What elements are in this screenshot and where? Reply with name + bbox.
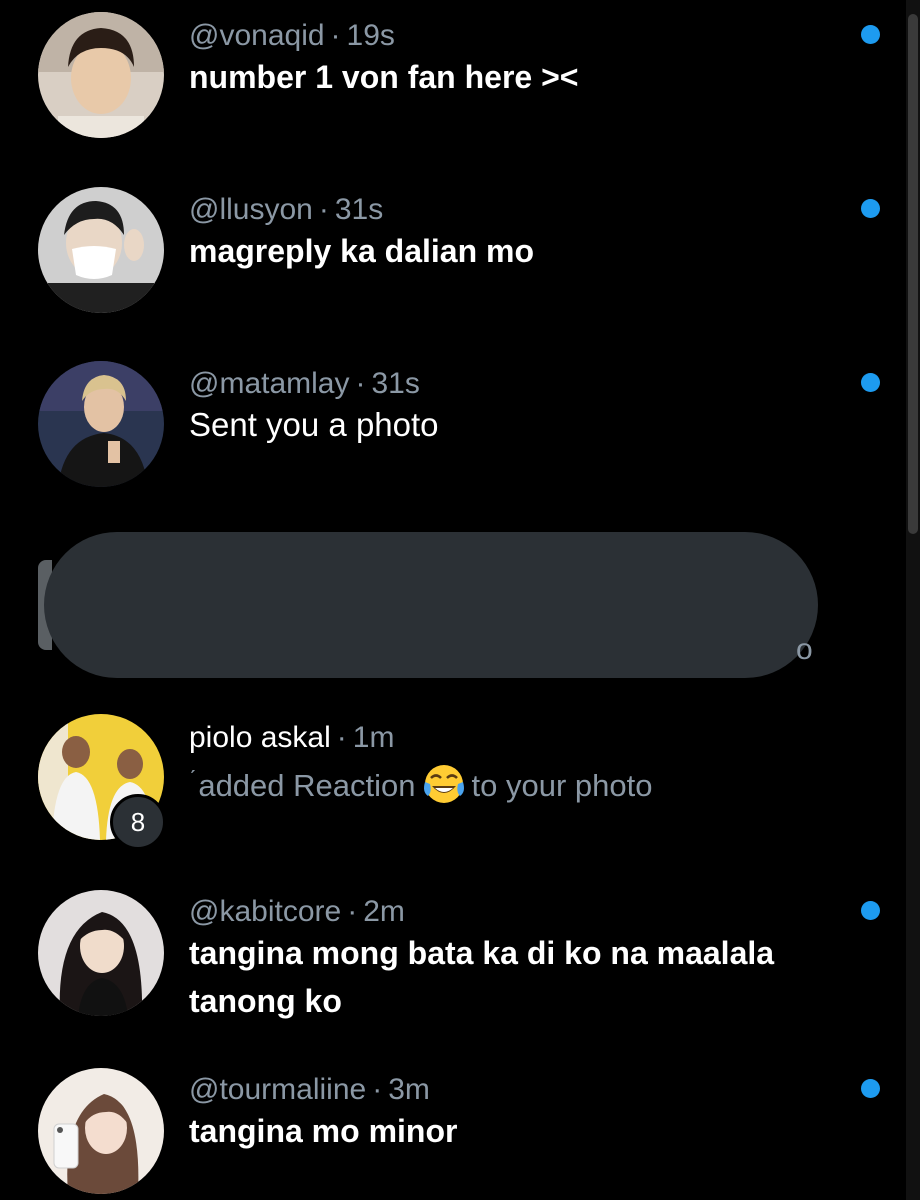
message-preview-line-1: tangina mong bata ka di ko na maalala (189, 935, 775, 971)
separator: · (318, 193, 329, 226)
timestamp: 31s (371, 367, 420, 400)
conversation-meta: @llusyon · 31s (189, 192, 383, 228)
conversation-meta: @tourmaliine · 3m (189, 1072, 430, 1108)
avatar[interactable] (38, 1068, 164, 1194)
timestamp: 31s (334, 193, 384, 226)
separator: · (372, 1073, 383, 1106)
list-item[interactable]: @vonaqid · 19s number 1 von fan here >< (0, 0, 920, 170)
partial-text: o (796, 633, 813, 666)
avatar-masked-person-icon (38, 187, 164, 313)
unread-indicator (861, 373, 880, 392)
conversation-meta: @kabitcore · 2m (189, 894, 405, 930)
reaction-target-text: to your photo (471, 768, 653, 803)
timestamp: 19s (346, 19, 395, 52)
message-preview: magreply ka dalian mo (189, 233, 535, 269)
count-badge: 8 (110, 794, 166, 850)
user-handle[interactable]: @matamlay (189, 367, 350, 400)
conversation-meta: @vonaqid · 19s (189, 18, 395, 54)
user-handle[interactable]: @kabitcore (189, 895, 341, 928)
conversation-meta: piolo askal · 1m (189, 720, 394, 756)
avatar-blond-man-icon (38, 361, 164, 487)
avatar[interactable] (38, 361, 164, 487)
message-preview: number 1 von fan here >< (189, 59, 579, 95)
list-item[interactable]: @tourmaliine · 3m tangina mo minor (0, 1060, 920, 1200)
reaction-text: added Reaction (198, 768, 416, 803)
user-handle[interactable]: @llusyon (189, 193, 313, 226)
avatar-selfie-woman-icon (38, 1068, 164, 1194)
avatar[interactable] (38, 890, 164, 1016)
avatar[interactable] (38, 12, 164, 138)
timestamp: 3m (388, 1073, 430, 1106)
conversation-meta: @matamlay · 31s (189, 366, 420, 402)
list-item[interactable]: 8 piolo askal · 1m ˊadded Reaction to your… (0, 700, 920, 870)
message-preview-line-2: tanong ko (189, 983, 342, 1019)
list-item[interactable]: @kabitcore · 2m tangina mong bata ka di ko… (0, 870, 920, 1070)
separator: · (347, 895, 358, 928)
redacted-conversation (44, 532, 818, 678)
message-preview: Sent you a photo (189, 406, 439, 443)
user-name[interactable]: piolo askal (189, 721, 331, 754)
message-preview: ˊadded Reaction to your photo (189, 756, 652, 809)
timestamp: 2m (363, 895, 405, 928)
unread-indicator (861, 901, 880, 920)
separator: · (355, 367, 366, 400)
tears-of-joy-emoji-icon (423, 765, 464, 803)
avatar-dark-hair-woman-icon (38, 890, 164, 1016)
unread-indicator (861, 199, 880, 218)
unread-indicator (861, 1079, 880, 1098)
list-item[interactable]: @matamlay · 31s Sent you a photo (0, 350, 920, 520)
user-handle[interactable]: @tourmaliine (189, 1073, 366, 1106)
separator: · (336, 721, 347, 754)
list-item[interactable]: @llusyon · 31s magreply ka dalian mo (0, 170, 920, 350)
avatar-young-man-icon (38, 12, 164, 138)
avatar[interactable] (38, 187, 164, 313)
message-preview: tangina mo minor (189, 1113, 458, 1149)
quote-mark: ˊ (189, 766, 197, 791)
timestamp: 1m (352, 721, 395, 754)
user-handle[interactable]: @vonaqid (189, 19, 325, 52)
unread-indicator (861, 25, 880, 44)
separator: · (330, 19, 341, 52)
